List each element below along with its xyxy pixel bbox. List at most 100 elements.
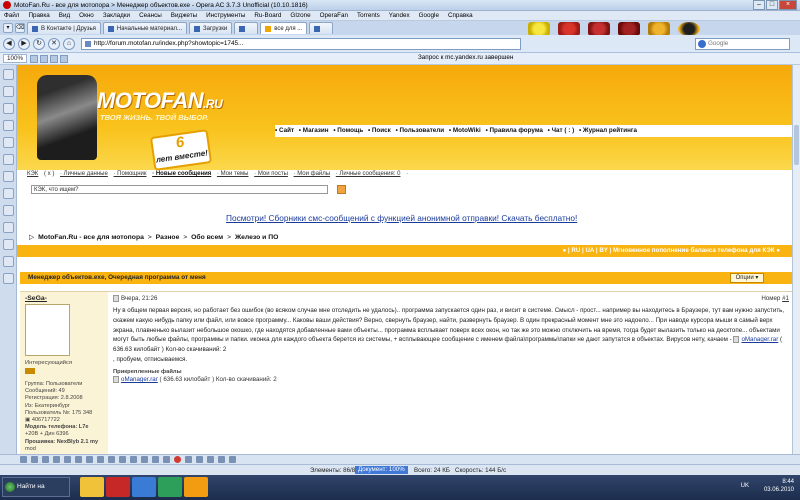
nav-help[interactable]: • Помощь: [333, 127, 363, 134]
tab-menu-button[interactable]: ▾: [3, 23, 13, 33]
logout-link[interactable]: ( x ): [44, 171, 54, 177]
panel-settings-icon[interactable]: [3, 273, 14, 284]
my-topics-link[interactable]: · Мои темы: [217, 171, 249, 177]
search-input[interactable]: Google: [695, 38, 790, 50]
topup-links[interactable]: ● | RU | UA | BY | Мгновенное пополнение…: [562, 247, 780, 254]
menu-tools[interactable]: Инструменты: [206, 12, 245, 19]
tool-icon[interactable]: [152, 456, 159, 463]
maximize-button[interactable]: □: [766, 0, 778, 10]
menu-bookmarks[interactable]: Закладки: [103, 12, 130, 19]
opera-logo-icon[interactable]: [174, 456, 181, 463]
tab-motofan-active[interactable]: все для ...: [260, 22, 308, 34]
tool-icon[interactable]: [75, 456, 82, 463]
contacts-icon[interactable]: [3, 239, 14, 250]
stop-icon[interactable]: ✕: [48, 37, 60, 50]
aimp-icon[interactable]: [678, 22, 700, 36]
new-posts-link[interactable]: · Новые сообщения: [152, 171, 211, 177]
info-icon[interactable]: [3, 222, 14, 233]
tool-icon[interactable]: [130, 456, 137, 463]
forum-search-button[interactable]: [337, 185, 346, 194]
page-scrollbar[interactable]: [792, 65, 800, 454]
nav-users[interactable]: • Пользователи: [396, 127, 445, 134]
attachment-link[interactable]: oManager.rar: [121, 376, 158, 383]
inline-attachment-link[interactable]: oManager.rar: [741, 336, 778, 343]
warning-icon[interactable]: [648, 22, 670, 36]
mail-icon[interactable]: [3, 86, 14, 97]
aimp-taskbar-icon[interactable]: [184, 477, 208, 497]
transfers-icon[interactable]: [3, 154, 14, 165]
app-icon[interactable]: [132, 477, 156, 497]
images-toggle-icon[interactable]: [40, 54, 49, 63]
nav-chat[interactable]: • Чат ( : ): [548, 127, 575, 134]
back-icon[interactable]: ◀: [3, 37, 15, 50]
tab-vkontakte[interactable]: В Контакте | Друзья: [27, 22, 101, 34]
forum-search-input[interactable]: КЭК, что ищем?: [31, 185, 328, 194]
status-zoom[interactable]: Документ: 100%: [355, 466, 408, 474]
breadcrumb-hardware[interactable]: Железо и ПО: [235, 234, 278, 241]
tool-icon[interactable]: [64, 456, 71, 463]
tool-icon[interactable]: [119, 456, 126, 463]
post-number-link[interactable]: #1: [782, 295, 789, 302]
notes-icon[interactable]: [3, 188, 14, 199]
tool-icon[interactable]: [185, 456, 192, 463]
chat-icon[interactable]: [3, 256, 14, 267]
tool-icon[interactable]: [86, 456, 93, 463]
author-nick[interactable]: -SeGa-: [25, 295, 47, 302]
menu-file[interactable]: Файл: [4, 12, 19, 19]
menu-operafan[interactable]: OperaFan: [320, 12, 348, 19]
topic-options-button[interactable]: Опции ▾: [730, 273, 764, 283]
nav-shop[interactable]: • Магазин: [299, 127, 329, 134]
windows-icon[interactable]: [3, 205, 14, 216]
tool-icon[interactable]: [108, 456, 115, 463]
private-messages-link[interactable]: · Личные сообщения: 0: [336, 171, 401, 177]
tool-icon[interactable]: [42, 456, 49, 463]
app-icon[interactable]: [158, 477, 182, 497]
tab-materials[interactable]: Начальные материал...: [102, 22, 188, 34]
helper-link[interactable]: · Помощник: [114, 171, 147, 177]
tab-extra[interactable]: [309, 22, 334, 34]
menu-help[interactable]: Справка: [448, 12, 473, 19]
breadcrumb-root[interactable]: MotoFan.Ru - все для мотопора: [38, 234, 144, 241]
breadcrumb-about-all[interactable]: Обо всем: [191, 234, 223, 241]
menu-google[interactable]: Google: [419, 12, 439, 19]
explorer-icon[interactable]: [80, 477, 104, 497]
my-files-link[interactable]: · Мои файлы: [294, 171, 331, 177]
tool-icon[interactable]: [229, 456, 236, 463]
radiation-icon[interactable]: [528, 22, 550, 36]
chess-icon[interactable]: [588, 22, 610, 36]
menu-yandex[interactable]: Yandex: [389, 12, 410, 19]
zoom-select[interactable]: 100%: [3, 54, 28, 63]
tool-icon[interactable]: [20, 456, 27, 463]
find-on-page-button[interactable]: Найти на странице: [2, 477, 70, 497]
hand-icon[interactable]: [618, 22, 640, 36]
close-button[interactable]: ×: [779, 0, 797, 10]
nav-site[interactable]: • Сайт: [275, 127, 294, 134]
tool-icon[interactable]: [163, 456, 170, 463]
clock-date[interactable]: 03.06.2010: [764, 486, 794, 494]
downloads-icon[interactable]: [3, 120, 14, 131]
trash-icon[interactable]: ⌫: [15, 23, 25, 33]
widgets-icon[interactable]: [3, 103, 14, 114]
tool-icon[interactable]: [53, 456, 60, 463]
nav-search[interactable]: • Поиск: [368, 127, 391, 134]
menu-edit[interactable]: Правка: [28, 12, 49, 19]
personal-data-link[interactable]: · Личные данные: [60, 171, 108, 177]
nav-motowiki[interactable]: • MotoWiki: [449, 127, 481, 134]
advert-link[interactable]: Посмотри! Сборники смс-сообщений с функц…: [226, 213, 577, 223]
menu-ruboard[interactable]: Ru-Board: [254, 12, 281, 19]
menu-gizone[interactable]: GIzone: [290, 12, 310, 19]
fire-icon[interactable]: [558, 22, 580, 36]
prefs-icon[interactable]: [60, 54, 69, 63]
menu-view[interactable]: Вид: [59, 12, 70, 19]
minimize-button[interactable]: –: [753, 0, 765, 10]
menu-window[interactable]: Окно: [79, 12, 94, 19]
home-icon[interactable]: ⌂: [63, 37, 75, 50]
user-profile-link[interactable]: КЭК: [27, 171, 38, 177]
tool-icon[interactable]: [31, 456, 38, 463]
my-posts-link[interactable]: · Мои посты: [254, 171, 288, 177]
tool-icon[interactable]: [97, 456, 104, 463]
reload-icon[interactable]: ↻: [33, 37, 45, 50]
tool-icon[interactable]: [207, 456, 214, 463]
nav-rules[interactable]: • Правила форума: [486, 127, 543, 134]
language-indicator[interactable]: UK: [741, 483, 749, 489]
